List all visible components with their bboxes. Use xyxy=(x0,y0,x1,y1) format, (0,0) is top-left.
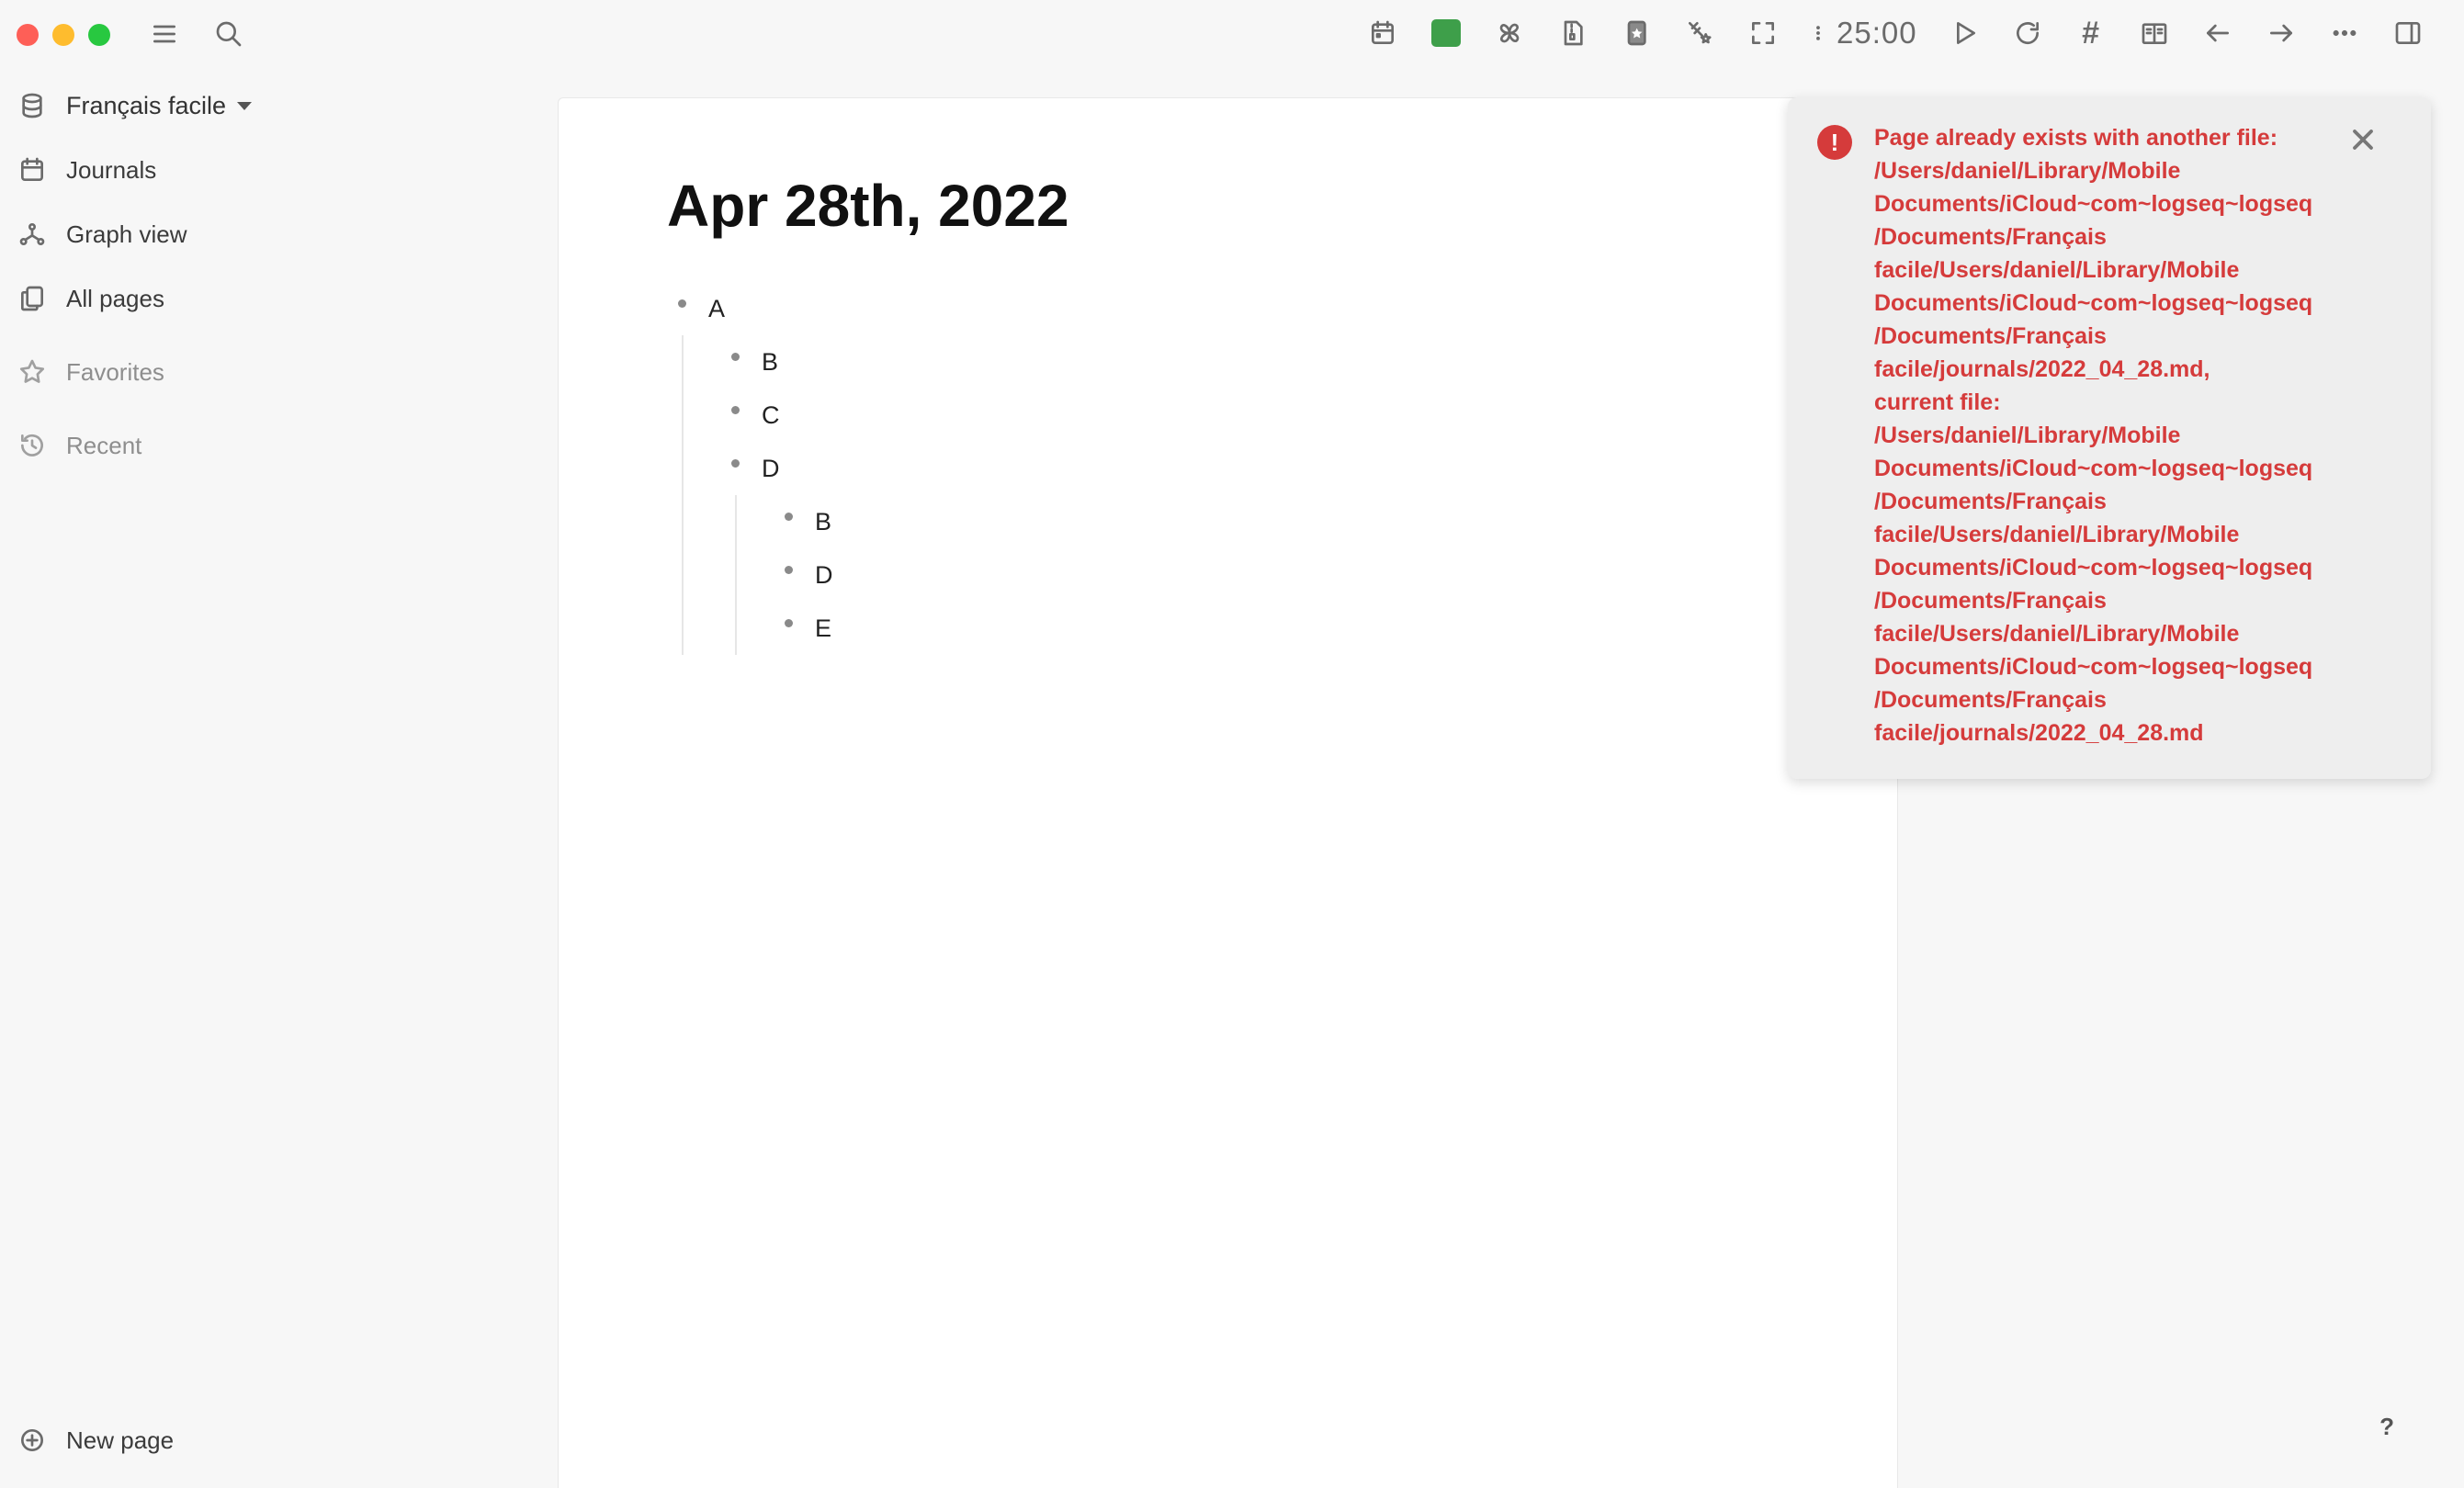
page-title[interactable]: Apr 28th, 2022 xyxy=(667,172,1069,240)
block[interactable]: B xyxy=(785,495,833,548)
database-icon xyxy=(15,88,50,123)
minimize-window-button[interactable] xyxy=(52,24,74,46)
block-bullet[interactable] xyxy=(731,405,740,414)
zip-file-icon[interactable] xyxy=(1555,16,1590,51)
pages-icon xyxy=(15,281,50,316)
block[interactable]: C xyxy=(731,389,833,442)
calendar-icon[interactable] xyxy=(1365,16,1400,51)
more-horizontal-icon[interactable] xyxy=(2327,16,2362,51)
block[interactable]: D xyxy=(731,442,833,495)
topbar-left xyxy=(147,17,246,51)
sidebar-item-label: Journals xyxy=(66,155,157,184)
block-tree: A B C D B D E xyxy=(678,282,833,655)
block-bullet[interactable] xyxy=(785,565,793,574)
sidebar-item-graph-view[interactable]: Graph view xyxy=(15,211,529,257)
block-bullet[interactable] xyxy=(785,618,793,627)
history-icon xyxy=(15,428,50,463)
sidebar-toggle-icon[interactable] xyxy=(2391,16,2425,51)
block-content[interactable]: E xyxy=(815,614,831,643)
error-icon: ! xyxy=(1817,125,1852,160)
sidebar-item-label: All pages xyxy=(66,284,164,312)
block-content[interactable]: D xyxy=(815,561,833,590)
block-content[interactable]: A xyxy=(708,295,725,323)
star-icon xyxy=(15,355,50,389)
play-icon[interactable] xyxy=(1947,16,1982,51)
graph-name: Français facile xyxy=(66,91,227,119)
window-controls xyxy=(17,24,110,46)
plus-circle-icon xyxy=(15,1423,50,1458)
left-sidebar: Français facile Journals Graph view All … xyxy=(15,83,529,487)
block[interactable]: E xyxy=(785,602,833,655)
search-icon[interactable] xyxy=(211,17,246,51)
graph-icon xyxy=(15,217,50,252)
fullscreen-icon[interactable] xyxy=(1746,16,1780,51)
block-content[interactable]: B xyxy=(815,508,831,536)
toolbar: 25:00 # xyxy=(1365,13,2425,53)
block-bullet[interactable] xyxy=(731,352,740,361)
arrow-left-icon[interactable] xyxy=(2200,16,2235,51)
color-square-icon[interactable] xyxy=(1429,16,1464,51)
block-children: B D E xyxy=(735,495,833,655)
pinwheel-icon[interactable] xyxy=(1492,16,1527,51)
calendar-icon xyxy=(15,152,50,187)
tag-hash-icon[interactable]: # xyxy=(2074,16,2108,51)
close-window-button[interactable] xyxy=(17,24,39,46)
refresh-icon[interactable] xyxy=(2010,16,2045,51)
sidebar-item-label: Favorites xyxy=(66,357,164,386)
chevron-down-icon xyxy=(237,101,253,110)
pomodoro-timer[interactable]: 25:00 xyxy=(1837,16,1917,51)
sidebar-item-all-pages[interactable]: All pages xyxy=(15,276,529,321)
sidebar-item-label: Recent xyxy=(66,431,142,459)
sidebar-item-journals[interactable]: Journals xyxy=(15,147,529,193)
block[interactable]: D xyxy=(785,548,833,602)
block-content[interactable]: C xyxy=(762,401,780,430)
block-content[interactable]: D xyxy=(762,455,780,483)
sidebar-item-favorites[interactable]: Favorites xyxy=(15,349,529,395)
maximize-window-button[interactable] xyxy=(88,24,110,46)
journal-page: Apr 28th, 2022 A B C D B D E xyxy=(558,97,1898,1488)
help-button[interactable]: ? xyxy=(2379,1413,2394,1441)
sidebar-item-recent[interactable]: Recent xyxy=(15,423,529,468)
graph-selector[interactable]: Français facile xyxy=(15,83,529,129)
star-card-icon[interactable] xyxy=(1619,16,1654,51)
error-notification: ! Page already exists with another file:… xyxy=(1788,97,2431,779)
new-page-label: New page xyxy=(66,1426,175,1454)
error-message: Page already exists with another file: /… xyxy=(1874,125,2313,746)
close-icon[interactable] xyxy=(2346,123,2379,156)
block[interactable]: B xyxy=(731,335,833,389)
arrow-right-icon[interactable] xyxy=(2264,16,2299,51)
magic-wand-icon[interactable] xyxy=(1682,16,1717,51)
block-bullet[interactable] xyxy=(678,299,686,308)
block-bullet[interactable] xyxy=(731,458,740,468)
menu-icon[interactable] xyxy=(147,17,182,51)
block-content[interactable]: B xyxy=(762,348,778,377)
block-bullet[interactable] xyxy=(785,512,793,521)
new-page-button[interactable]: New page xyxy=(15,1417,174,1463)
sidebar-item-label: Graph view xyxy=(66,220,187,248)
book-open-icon[interactable] xyxy=(2137,16,2172,51)
more-vertical-icon[interactable] xyxy=(1809,16,1827,51)
block-children: B C D B D E xyxy=(682,335,833,655)
block[interactable]: A xyxy=(678,282,833,335)
